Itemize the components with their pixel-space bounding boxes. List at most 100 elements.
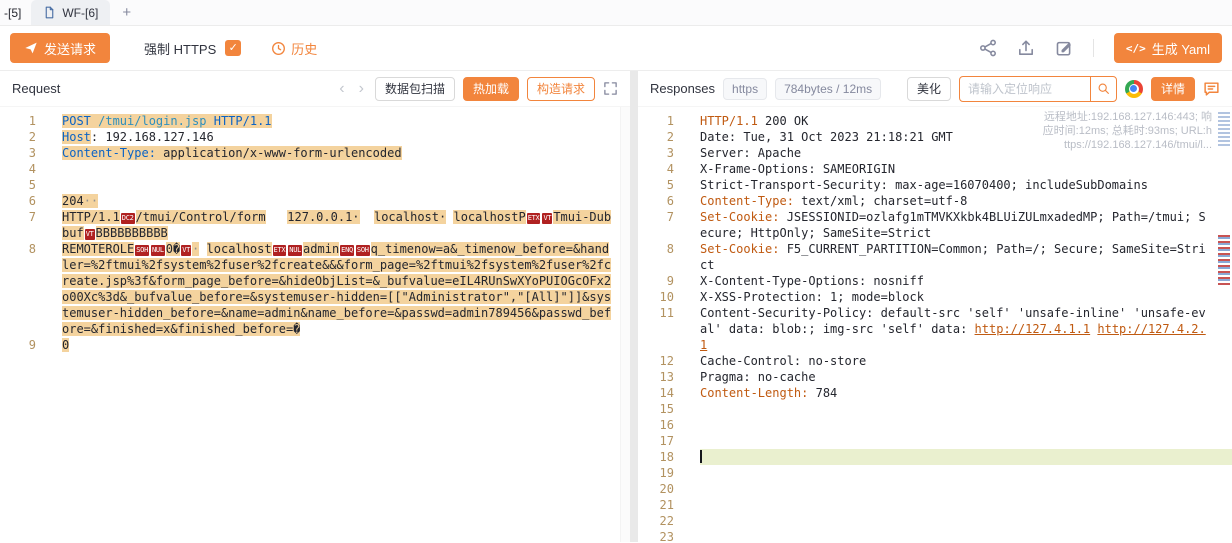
line-content[interactable]: [700, 481, 1232, 497]
response-editor-line[interactable]: 10X-XSS-Protection: 1; mode=block: [638, 289, 1232, 305]
line-content[interactable]: [700, 401, 1232, 417]
line-content[interactable]: POST /tmui/login.jsp HTTP/1.1: [62, 113, 630, 129]
search-button[interactable]: [1090, 77, 1116, 101]
response-editor-line[interactable]: 3Server: Apache: [638, 145, 1232, 161]
response-editor-line[interactable]: 12Cache-Control: no-store: [638, 353, 1232, 369]
line-content[interactable]: Content-Type: application/x-www-form-url…: [62, 145, 630, 161]
line-content[interactable]: X-Content-Type-Options: nosniff: [700, 273, 1232, 289]
line-content[interactable]: [62, 177, 630, 193]
main-split: Request ‹ › 数据包扫描 热加载 构造请求 1POST /tmui/l…: [0, 71, 1232, 542]
line-number: 14: [638, 385, 674, 401]
line-content[interactable]: Set-Cookie: F5_CURRENT_PARTITION=Common;…: [700, 241, 1232, 273]
line-number: 9: [0, 337, 36, 353]
response-editor-line[interactable]: 17: [638, 433, 1232, 449]
request-editor[interactable]: 1POST /tmui/login.jsp HTTP/1.12Host: 192…: [0, 107, 630, 542]
edit-icon[interactable]: [1055, 39, 1073, 57]
response-editor-line[interactable]: 1HTTP/1.1 200 OK: [638, 113, 1232, 129]
request-scrollbar[interactable]: [620, 107, 630, 542]
export-icon[interactable]: [1017, 39, 1035, 57]
open-in-chrome-icon[interactable]: [1125, 80, 1143, 98]
line-content[interactable]: [700, 529, 1232, 542]
response-editor-line[interactable]: 9X-Content-Type-Options: nosniff: [638, 273, 1232, 289]
line-number: 3: [0, 145, 36, 161]
line-content[interactable]: [700, 513, 1232, 529]
request-editor-line[interactable]: 3 Content-Type: application/x-www-form-ur…: [0, 145, 630, 161]
line-content[interactable]: REMOTEROLESOHNUL0�VT· localhostETXNULadm…: [62, 241, 630, 337]
fullscreen-icon[interactable]: [603, 81, 618, 96]
line-content[interactable]: 0: [62, 337, 630, 353]
add-tab-icon[interactable]: +: [122, 4, 131, 21]
response-editor-line[interactable]: 14 Content-Length: 784: [638, 385, 1232, 401]
line-content[interactable]: Server: Apache: [700, 145, 1232, 161]
history-button[interactable]: 历史: [271, 39, 317, 58]
line-content[interactable]: Date: Tue, 31 Oct 2023 21:18:21 GMT: [700, 129, 1232, 145]
clock-icon: [271, 41, 286, 56]
line-number: 7: [0, 209, 36, 241]
response-editor-line[interactable]: 19: [638, 465, 1232, 481]
hot-reload-button[interactable]: 热加载: [463, 77, 519, 101]
details-button[interactable]: 详情: [1151, 77, 1195, 101]
request-editor-line[interactable]: 2Host: 192.168.127.146: [0, 129, 630, 145]
line-content[interactable]: X-Frame-Options: SAMEORIGIN: [700, 161, 1232, 177]
request-editor-line[interactable]: 90: [0, 337, 630, 353]
line-content[interactable]: [700, 417, 1232, 433]
request-editor-line[interactable]: 8REMOTEROLESOHNUL0�VT· localhostETXNULad…: [0, 241, 630, 337]
response-editor-line[interactable]: 7Set-Cookie: JSESSIONID=ozlafg1mTMVKXkbk…: [638, 209, 1232, 241]
generate-yaml-button[interactable]: </> 生成 Yaml: [1114, 33, 1222, 63]
response-editor-line[interactable]: 18: [638, 449, 1232, 465]
line-content[interactable]: Host: 192.168.127.146: [62, 129, 630, 145]
minimap[interactable]: [1217, 107, 1232, 542]
line-number: 15: [638, 401, 674, 417]
nav-next-icon[interactable]: ›: [356, 81, 367, 97]
response-editor-line[interactable]: 13Pragma: no-cache: [638, 369, 1232, 385]
response-editor[interactable]: 远程地址:192.168.127.146:443; 响 应时间:12ms; 总耗…: [638, 107, 1232, 542]
line-content[interactable]: Content-Length: 784: [700, 385, 1232, 401]
comment-icon[interactable]: [1203, 80, 1220, 97]
line-number: 5: [0, 177, 36, 193]
response-editor-line[interactable]: 2Date: Tue, 31 Oct 2023 21:18:21 GMT: [638, 129, 1232, 145]
line-content[interactable]: [700, 465, 1232, 481]
request-editor-line[interactable]: 7 HTTP/1.1DC2/tmui/Control/form 127.0.0.1…: [0, 209, 630, 241]
line-content[interactable]: Content-Type: text/xml; charset=utf-8: [700, 193, 1232, 209]
line-content[interactable]: Cache-Control: no-store: [700, 353, 1232, 369]
line-content[interactable]: Pragma: no-cache: [700, 369, 1232, 385]
control-char-token: ENQ: [340, 245, 354, 256]
response-editor-line[interactable]: 15: [638, 401, 1232, 417]
construct-request-button[interactable]: 构造请求: [527, 77, 595, 101]
line-content[interactable]: [62, 161, 630, 177]
line-content[interactable]: HTTP/1.1DC2/tmui/Control/form 127.0.0.1·…: [62, 209, 630, 241]
share-icon[interactable]: [979, 39, 997, 57]
search-input[interactable]: [960, 82, 1090, 96]
send-request-button[interactable]: 发送请求: [10, 33, 110, 63]
response-editor-line[interactable]: 22: [638, 513, 1232, 529]
line-content[interactable]: Content-Security-Policy: default-src 'se…: [700, 305, 1232, 353]
tab-wf6[interactable]: WF-[6]: [31, 0, 110, 25]
response-editor-line[interactable]: 21: [638, 497, 1232, 513]
response-editor-line[interactable]: 6Content-Type: text/xml; charset=utf-8: [638, 193, 1232, 209]
beautify-button[interactable]: 美化: [907, 77, 951, 101]
line-content[interactable]: [700, 433, 1232, 449]
line-content[interactable]: [700, 497, 1232, 513]
code-token: ··: [84, 194, 98, 208]
line-content[interactable]: [700, 449, 1232, 465]
response-editor-line[interactable]: 11Content-Security-Policy: default-src '…: [638, 305, 1232, 353]
line-content[interactable]: 204··: [62, 193, 630, 209]
request-editor-line[interactable]: 5: [0, 177, 630, 193]
response-editor-line[interactable]: 5Strict-Transport-Security: max-age=1607…: [638, 177, 1232, 193]
line-content[interactable]: X-XSS-Protection: 1; mode=block: [700, 289, 1232, 305]
response-editor-line[interactable]: 16: [638, 417, 1232, 433]
response-editor-line[interactable]: 8Set-Cookie: F5_CURRENT_PARTITION=Common…: [638, 241, 1232, 273]
line-content[interactable]: Set-Cookie: JSESSIONID=ozlafg1mTMVKXkbk4…: [700, 209, 1232, 241]
request-editor-line[interactable]: 4: [0, 161, 630, 177]
response-editor-line[interactable]: 4X-Frame-Options: SAMEORIGIN: [638, 161, 1232, 177]
request-editor-line[interactable]: 6204··: [0, 193, 630, 209]
packet-scan-button[interactable]: 数据包扫描: [375, 77, 455, 101]
line-content[interactable]: HTTP/1.1 200 OK: [700, 113, 1232, 129]
response-editor-line[interactable]: 23: [638, 529, 1232, 542]
force-https-checkbox[interactable]: ✓: [225, 40, 241, 56]
response-editor-line[interactable]: 20: [638, 481, 1232, 497]
code-token: Content-Type:: [62, 146, 156, 160]
line-content[interactable]: Strict-Transport-Security: max-age=16070…: [700, 177, 1232, 193]
nav-prev-icon[interactable]: ‹: [336, 81, 347, 97]
request-editor-line[interactable]: 1POST /tmui/login.jsp HTTP/1.1: [0, 113, 630, 129]
